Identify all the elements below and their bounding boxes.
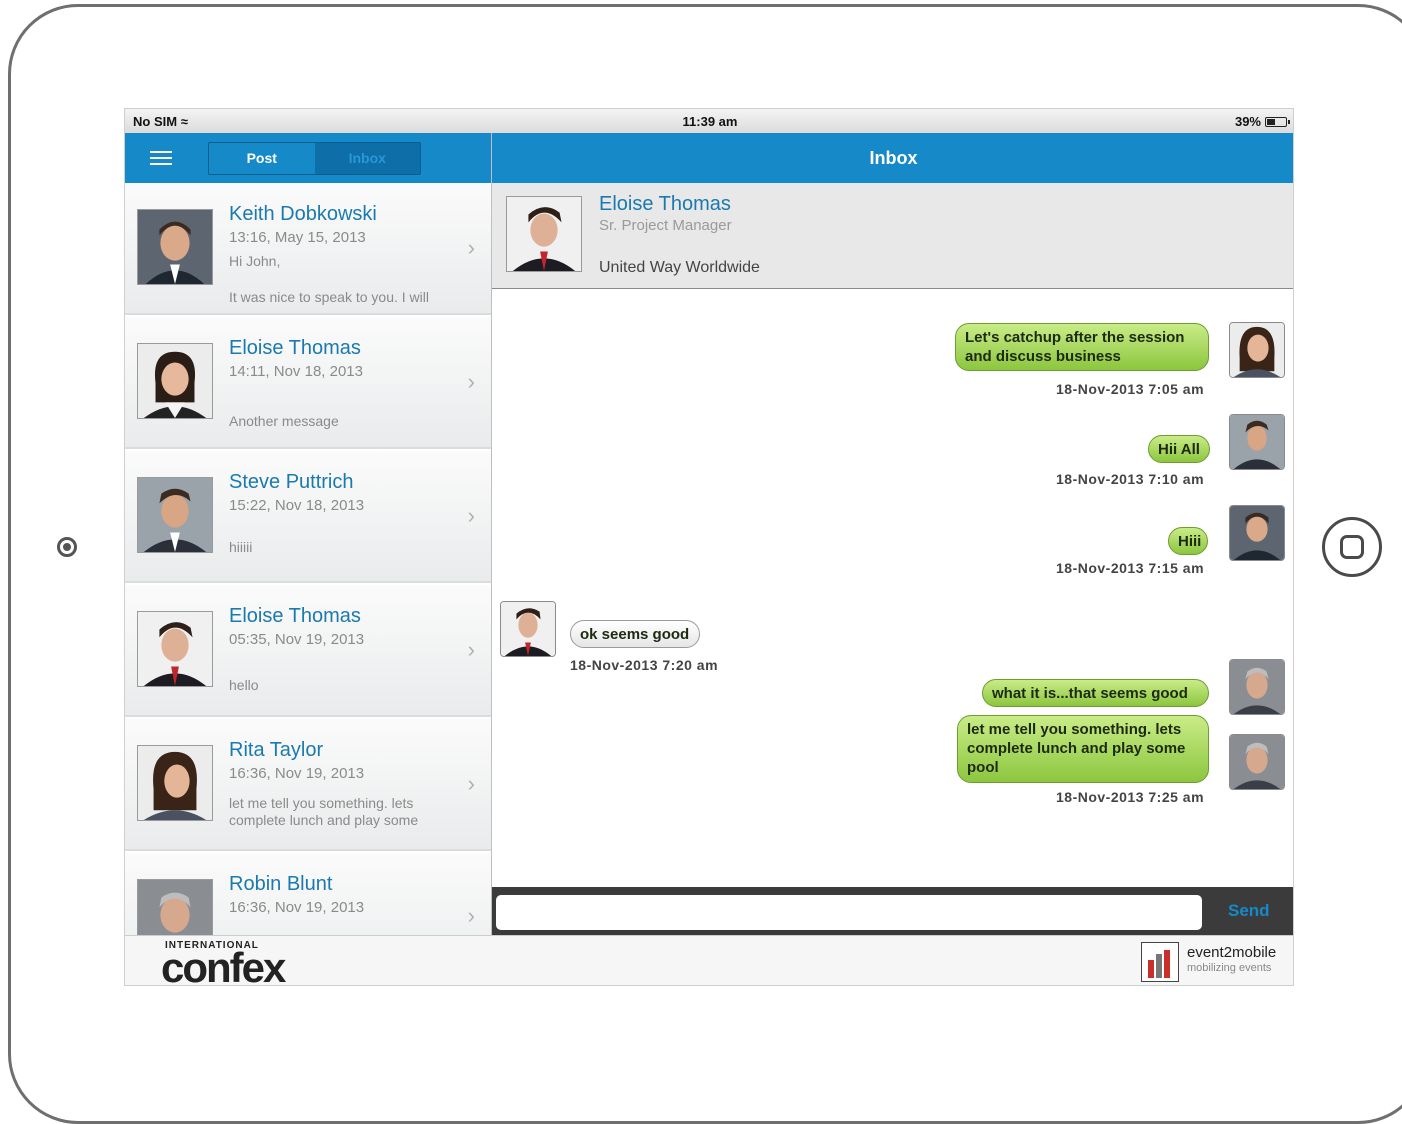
avatar <box>1229 734 1285 790</box>
battery-percent: 39% <box>1234 114 1261 129</box>
event2mobile-logo: event2mobile <box>1187 944 1277 961</box>
composer-bar: Send <box>492 887 1293 935</box>
app-screen: No SIM ≈ 11:39 am 39% Post Inbox Inbox K… <box>124 108 1294 986</box>
avatar <box>1229 505 1285 561</box>
avatar <box>137 209 213 285</box>
message-preview-line2: It was nice to speak to you. I will <box>229 289 429 305</box>
battery-icon <box>1265 116 1290 127</box>
tab-post[interactable]: Post <box>209 143 315 174</box>
contact-header: Eloise Thomas Sr. Project Manager United… <box>492 183 1293 289</box>
avatar <box>1229 322 1285 378</box>
message-timestamp: 18-Nov-2013 7:20 am <box>570 657 719 673</box>
tab-inbox[interactable]: Inbox <box>314 143 420 174</box>
confex-logo: confex <box>161 944 286 986</box>
chevron-right-icon: › <box>467 637 475 662</box>
conversation-item[interactable]: Eloise Thomas 14:11, Nov 18, 2013 Anothe… <box>125 317 491 449</box>
home-button[interactable] <box>1322 517 1382 577</box>
contact-name: Eloise Thomas <box>229 605 361 627</box>
chat-bubble-sent: Hii All <box>1148 435 1210 463</box>
chevron-right-icon: › <box>467 903 475 928</box>
message-date: 13:16, May 15, 2013 <box>229 229 366 246</box>
conversation-item[interactable]: Eloise Thomas 05:35, Nov 19, 2013 hello … <box>125 585 491 717</box>
status-battery: 39% <box>1234 114 1290 129</box>
conversation-item[interactable]: Steve Puttrich 15:22, Nov 18, 2013 hiiii… <box>125 451 491 583</box>
message-timestamp: 18-Nov-2013 7:10 am <box>1056 471 1205 487</box>
message-preview: Hi John, <box>229 253 281 269</box>
contact-name: Rita Taylor <box>229 739 324 761</box>
message-preview: Another message <box>229 413 339 429</box>
status-time: 11:39 am <box>682 114 738 129</box>
hamburger-menu-icon[interactable] <box>150 151 172 165</box>
avatar <box>137 745 213 821</box>
status-bar: No SIM ≈ 11:39 am 39% <box>125 109 1293 133</box>
message-preview: hello <box>229 677 259 693</box>
message-preview: hiiiii <box>229 539 253 555</box>
conversation-item[interactable]: Rita Taylor 16:36, Nov 19, 2013 let me t… <box>125 719 491 851</box>
avatar <box>500 601 556 657</box>
chevron-right-icon: › <box>467 235 475 260</box>
contact-name: Eloise Thomas <box>229 337 361 359</box>
contact-header-name: Eloise Thomas <box>599 193 731 215</box>
chevron-right-icon: › <box>467 503 475 528</box>
conversation-item[interactable]: Keith Dobkowski 13:16, May 15, 2013 Hi J… <box>125 183 491 315</box>
left-navbar: Post Inbox <box>125 133 491 183</box>
avatar <box>137 343 213 419</box>
contact-header-org: United Way Worldwide <box>599 259 760 276</box>
camera-icon <box>57 537 77 557</box>
chevron-right-icon: › <box>467 771 475 796</box>
chat-bubble-sent: let me tell you something. lets complete… <box>957 715 1209 783</box>
message-date: 16:36, Nov 19, 2013 <box>229 765 365 782</box>
event2mobile-logo-icon <box>1141 942 1179 982</box>
contact-header-title: Sr. Project Manager <box>599 217 732 234</box>
message-date: 14:11, Nov 18, 2013 <box>229 363 363 380</box>
chat-thread: Let's catchup after the session and disc… <box>492 289 1293 887</box>
avatar <box>506 196 582 272</box>
message-timestamp: 18-Nov-2013 7:05 am <box>1056 381 1205 397</box>
chat-bubble-sent: Hiii <box>1168 527 1208 555</box>
message-timestamp: 18-Nov-2013 7:25 am <box>1056 789 1205 805</box>
message-timestamp: 18-Nov-2013 7:15 am <box>1056 560 1205 576</box>
chat-bubble-sent: what it is...that seems good <box>982 679 1209 707</box>
message-input[interactable] <box>496 895 1202 930</box>
message-preview: let me tell you something. lets complete… <box>229 795 419 828</box>
send-button[interactable]: Send <box>1228 901 1270 921</box>
message-date: 15:22, Nov 18, 2013 <box>229 497 365 514</box>
chat-bubble-sent: Let's catchup after the session and disc… <box>955 323 1209 371</box>
footer: INTERNATIONAL confex event2mobile mobili… <box>125 935 1293 986</box>
avatar <box>137 477 213 553</box>
contact-name: Robin Blunt <box>229 873 333 895</box>
inbox-title: Inbox <box>492 133 1293 183</box>
segmented-control: Post Inbox <box>208 142 421 175</box>
message-date: 05:35, Nov 19, 2013 <box>229 631 365 648</box>
chat-bubble-received: ok seems good <box>570 620 700 648</box>
avatar <box>1229 659 1285 715</box>
contact-name: Keith Dobkowski <box>229 203 377 225</box>
conversation-list: Keith Dobkowski 13:16, May 15, 2013 Hi J… <box>125 183 491 963</box>
contact-name: Steve Puttrich <box>229 471 354 493</box>
chevron-right-icon: › <box>467 369 475 394</box>
message-date: 16:36, Nov 19, 2013 <box>229 899 365 916</box>
event2mobile-tagline: mobilizing events <box>1187 962 1272 974</box>
avatar <box>1229 414 1285 470</box>
avatar <box>137 611 213 687</box>
